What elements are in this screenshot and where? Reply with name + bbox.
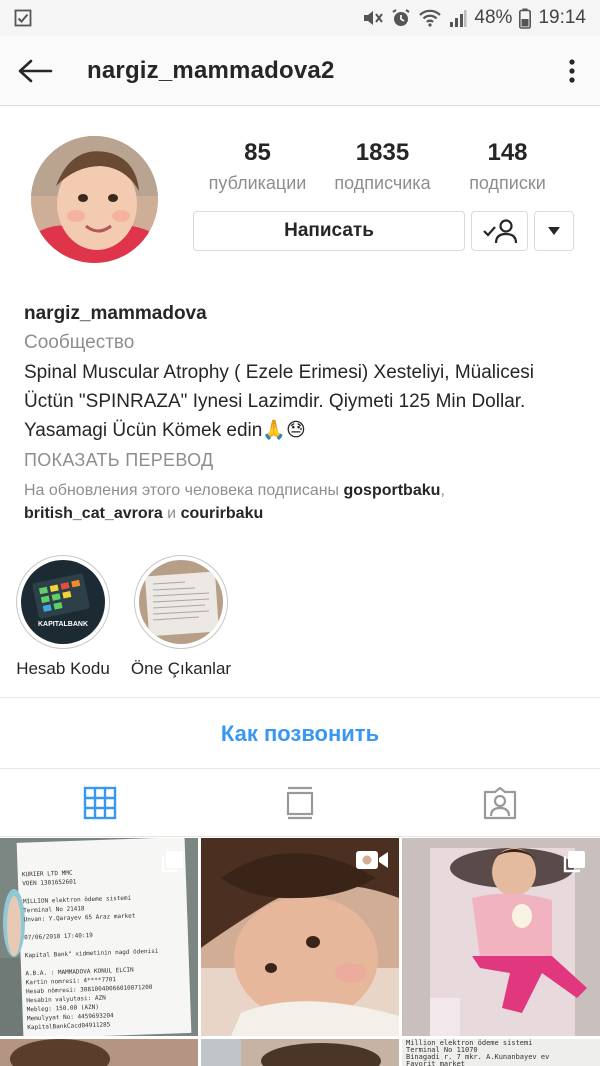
- tab-tagged[interactable]: [400, 770, 600, 836]
- suggested-dropdown-button[interactable]: [534, 211, 574, 251]
- followed-by-text[interactable]: На обновления этого человека подписаны g…: [24, 479, 584, 525]
- highlight-cover: [139, 560, 223, 644]
- stat-followers-count: 1835: [355, 139, 410, 166]
- carousel-badge: [562, 850, 586, 879]
- stat-following-count: 148: [487, 139, 528, 166]
- carousel-badge: [160, 850, 184, 879]
- alarm-icon: [392, 9, 410, 26]
- tagged-person-icon: [483, 786, 517, 820]
- followed-by-conjunction: и: [162, 505, 181, 522]
- profile-avatar[interactable]: [31, 136, 158, 263]
- wifi-icon: [419, 9, 442, 27]
- clock-time: 19:14: [538, 7, 586, 28]
- document-photo-image: [139, 560, 223, 644]
- highlight-cover-bank-text: KAPITALBANK: [38, 621, 88, 628]
- highlight-label: Öne Çıkanlar: [130, 659, 232, 678]
- divider: [0, 836, 600, 837]
- profile-action-buttons: Написать: [193, 211, 574, 251]
- highlight-label: Hesab Kodu: [16, 659, 110, 678]
- posts-grid-row-2: Million elektron ödeme sistemi Terminal …: [0, 1039, 600, 1066]
- profile-stats: 85 публикации 1835 подписчика 148 подпис…: [195, 138, 570, 198]
- call-contact-link[interactable]: Как позвонить: [0, 700, 600, 768]
- profile-username-title: nargiz_mammadova2: [87, 56, 335, 84]
- top-app-bar: nargiz_mammadova2: [0, 36, 600, 106]
- chevron-down-icon: [548, 227, 560, 235]
- divider: [0, 768, 600, 769]
- followed-by-user[interactable]: british_cat_avrora: [24, 505, 163, 522]
- stat-followers-label: подписчика: [334, 173, 431, 193]
- post-thumbnail[interactable]: Million elektron ödeme sistemi Terminal …: [402, 1039, 600, 1066]
- posts-grid: KURIER LTD MMC VOEN 1301652601 MILLION e…: [0, 838, 600, 1036]
- post-thumbnail[interactable]: [201, 838, 399, 1036]
- highlight-one-cikanlar[interactable]: Öne Çıkanlar: [126, 555, 236, 679]
- more-vertical-icon: [569, 58, 575, 83]
- followed-by-separator: ,: [440, 482, 445, 499]
- followed-by-prefix: На обновления этого человека подписаны: [24, 482, 344, 499]
- signal-icon: [450, 10, 467, 27]
- post-thumbnail[interactable]: [0, 1039, 198, 1066]
- message-button[interactable]: Написать: [193, 211, 465, 251]
- back-arrow-icon: [18, 59, 53, 82]
- back-button[interactable]: [0, 36, 70, 106]
- avatar-photo: [31, 136, 158, 263]
- bio-full-name: nargiz_mammadova: [24, 303, 207, 324]
- post-photo: [0, 1039, 198, 1066]
- stat-following-label: подписки: [469, 173, 546, 193]
- post-thumbnail[interactable]: KURIER LTD MMC VOEN 1301652601 MILLION e…: [0, 838, 198, 1036]
- highlight-ring: [134, 555, 228, 649]
- followed-by-user[interactable]: courirbaku: [181, 505, 264, 522]
- video-badge: [355, 848, 389, 877]
- stat-posts[interactable]: 85 публикации: [195, 138, 320, 198]
- more-options-button[interactable]: [544, 36, 600, 106]
- tab-feed[interactable]: [200, 770, 400, 836]
- multiple-posts-icon: [161, 851, 183, 873]
- stat-followers[interactable]: 1835 подписчика: [320, 138, 445, 198]
- grid-icon: [83, 786, 117, 820]
- feed-list-icon: [286, 786, 314, 820]
- post-thumbnail[interactable]: [402, 838, 600, 1036]
- post-thumbnail[interactable]: [201, 1039, 399, 1066]
- battery-icon: [519, 8, 532, 29]
- following-button[interactable]: [471, 211, 528, 251]
- mute-icon: [364, 11, 384, 25]
- highlight-ring: KAPITALBANK: [16, 555, 110, 649]
- profile-content-tabs: [0, 770, 600, 836]
- card-reader-image: KAPITALBANK: [21, 560, 105, 644]
- tab-grid[interactable]: [0, 770, 200, 836]
- following-check-person-icon: [482, 219, 517, 244]
- followed-by-user[interactable]: gosportbaku: [344, 482, 441, 499]
- divider: [0, 697, 600, 698]
- profile-bio: nargiz_mammadova Сообщество Spinal Muscu…: [24, 300, 584, 525]
- receipt-text: Million elektron ödeme sistemi Terminal …: [406, 1039, 550, 1066]
- bio-description: Spinal Muscular Atrophy ( Ezele Erimesi)…: [24, 362, 535, 441]
- story-highlights: KAPITALBANK Hesab Kodu Öne Çıkanlar: [8, 555, 236, 679]
- bio-category: Сообщество: [24, 332, 135, 353]
- stat-following[interactable]: 148 подписки: [445, 138, 570, 198]
- stat-posts-count: 85: [244, 139, 271, 166]
- show-translation-link[interactable]: ПОКАЗАТЬ ПЕРЕВОД: [24, 445, 584, 475]
- receipt-text: KURIER LTD MMC VOEN 1301652601 MILLION e…: [21, 869, 159, 1032]
- battery-percent: 48%: [474, 7, 513, 28]
- status-bar: 48% 19:14: [0, 0, 600, 36]
- video-camera-icon: [356, 851, 388, 869]
- highlight-cover: KAPITALBANK: [21, 560, 105, 644]
- highlight-hesab-kodu[interactable]: KAPITALBANK Hesab Kodu: [8, 555, 118, 679]
- post-photo: [201, 1039, 399, 1066]
- stat-posts-label: публикации: [208, 173, 307, 193]
- checklist-notification-icon: [14, 9, 32, 27]
- multiple-posts-icon: [563, 851, 585, 873]
